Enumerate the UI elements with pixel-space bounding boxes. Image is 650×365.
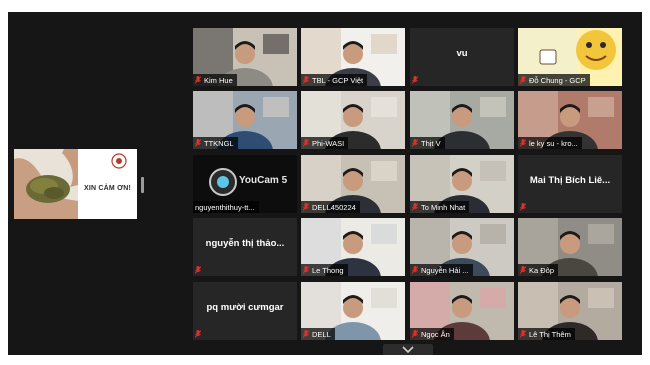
mic-muted-icon <box>412 266 418 274</box>
participant-name-label <box>518 201 533 213</box>
participant-name-text: Phi-WASI <box>312 138 345 148</box>
participant-tile[interactable]: le ky su - kro... <box>518 91 622 149</box>
participant-name-label <box>193 264 208 276</box>
participant-name-text: Kim Hue <box>204 75 233 85</box>
participant-name-label <box>193 328 208 340</box>
participant-name-label: Ngọc Ân <box>410 328 454 340</box>
participant-display-name: vu <box>456 48 468 59</box>
participant-name-text: Ngọc Ân <box>421 329 450 339</box>
mic-muted-icon <box>303 266 309 274</box>
participant-name-text: TTKNGL <box>204 138 234 148</box>
participant-tile[interactable]: Mai Thị Bích Liê... <box>518 155 622 213</box>
participant-name-label: Kim Hue <box>193 74 237 86</box>
participant-display-name: Mai Thị Bích Liê... <box>529 175 611 186</box>
mic-muted-icon <box>520 139 526 147</box>
participant-tile[interactable]: Ngọc Ân <box>410 282 514 340</box>
mic-muted-icon <box>303 203 309 211</box>
mic-muted-icon <box>303 139 309 147</box>
mic-muted-icon <box>520 203 526 211</box>
participant-name-label: le ky su - kro... <box>518 137 582 149</box>
participant-name-label: Lê Thị Thêm <box>518 328 575 340</box>
participant-tile[interactable]: TTKNGL <box>193 91 297 149</box>
mic-muted-icon <box>412 330 418 338</box>
participant-name-label: To Minh Nhat <box>410 201 470 213</box>
thank-you-caption: XIN CẢM ƠN! <box>83 185 132 192</box>
participant-tile[interactable]: Đỗ Chung - GCP <box>518 28 622 86</box>
participant-name-label: TTKNGL <box>193 137 238 149</box>
participant-name-label: TBL - GCP Việt <box>301 74 368 86</box>
participant-tile[interactable]: Nguyễn Hải ... <box>410 218 514 276</box>
participant-name-label: nguyenthithuy-tt... <box>193 201 259 213</box>
participant-tile[interactable]: Kim Hue <box>193 28 297 86</box>
mic-muted-icon <box>520 266 526 274</box>
participant-name-text: Đỗ Chung - GCP <box>529 75 586 85</box>
mic-muted-icon <box>303 76 309 84</box>
participant-name-label: Nguyễn Hải ... <box>410 264 473 276</box>
resize-handle[interactable] <box>141 177 144 193</box>
mic-muted-icon <box>520 76 526 84</box>
participant-name-text: Le Thong <box>312 265 344 275</box>
mic-muted-icon <box>412 139 418 147</box>
shared-screen-thumbnail[interactable]: XIN CẢM ƠN! <box>14 149 137 219</box>
chevron-down-icon <box>402 346 414 353</box>
participant-display-name: nguyễn thị thảo... <box>205 238 285 249</box>
participant-tile[interactable]: To Minh Nhat <box>410 155 514 213</box>
participant-tile[interactable]: pq mười cưmgar <box>193 282 297 340</box>
mic-muted-icon <box>195 330 201 338</box>
participant-tile[interactable]: YouCam 5 nguyenthithuy-tt... <box>193 155 297 213</box>
participant-name-text: Thịt V <box>421 138 441 148</box>
participant-name-text: DELL450224 <box>312 202 356 212</box>
participant-name-text: Nguyễn Hải ... <box>421 265 469 275</box>
participant-tile[interactable]: vu <box>410 28 514 86</box>
scroll-down-button[interactable] <box>383 344 433 355</box>
zoom-gallery-window: XIN CẢM ƠN! Kim Hue TBL - GCP Việt vu Đỗ … <box>8 12 642 355</box>
participant-name-label: Phi-WASI <box>301 137 349 149</box>
mic-muted-icon <box>520 330 526 338</box>
camera-app-overlay: YouCam 5 <box>239 175 288 186</box>
coffee-beans-image <box>14 149 78 219</box>
mic-muted-icon <box>195 139 201 147</box>
participant-tile[interactable]: DELL <box>301 282 405 340</box>
participant-name-label: DELL450224 <box>301 201 360 213</box>
participant-tile[interactable]: Le Thong <box>301 218 405 276</box>
participant-name-label: Đỗ Chung - GCP <box>518 74 590 86</box>
participant-name-text: le ky su - kro... <box>529 138 578 148</box>
participant-tile[interactable]: Thịt V <box>410 91 514 149</box>
participant-tile[interactable]: TBL - GCP Việt <box>301 28 405 86</box>
participant-name-text: nguyenthithuy-tt... <box>195 202 255 212</box>
participant-name-label: Ka Đôp <box>518 264 559 276</box>
participant-name-text: Ka Đôp <box>529 265 555 275</box>
participant-name-label: DELL <box>301 328 335 340</box>
organization-logo-icon <box>111 153 127 169</box>
participant-tile[interactable]: DELL450224 <box>301 155 405 213</box>
participant-name-text: TBL - GCP Việt <box>312 75 364 85</box>
mic-muted-icon <box>195 266 201 274</box>
participant-tile[interactable]: Lê Thị Thêm <box>518 282 622 340</box>
participant-display-name: pq mười cưmgar <box>206 302 284 313</box>
participant-name-label: Thịt V <box>410 137 445 149</box>
participant-name-label <box>410 74 425 86</box>
mic-muted-icon <box>412 203 418 211</box>
participant-tile[interactable]: Ka Đôp <box>518 218 622 276</box>
participant-name-text: DELL <box>312 329 331 339</box>
participant-name-text: Lê Thị Thêm <box>529 329 571 339</box>
participant-tile[interactable]: nguyễn thị thảo... <box>193 218 297 276</box>
mic-muted-icon <box>303 330 309 338</box>
participant-name-text: To Minh Nhat <box>421 202 466 212</box>
mic-muted-icon <box>412 76 418 84</box>
mic-muted-icon <box>195 76 201 84</box>
participant-tile[interactable]: Phi-WASI <box>301 91 405 149</box>
participant-name-label: Le Thong <box>301 264 348 276</box>
